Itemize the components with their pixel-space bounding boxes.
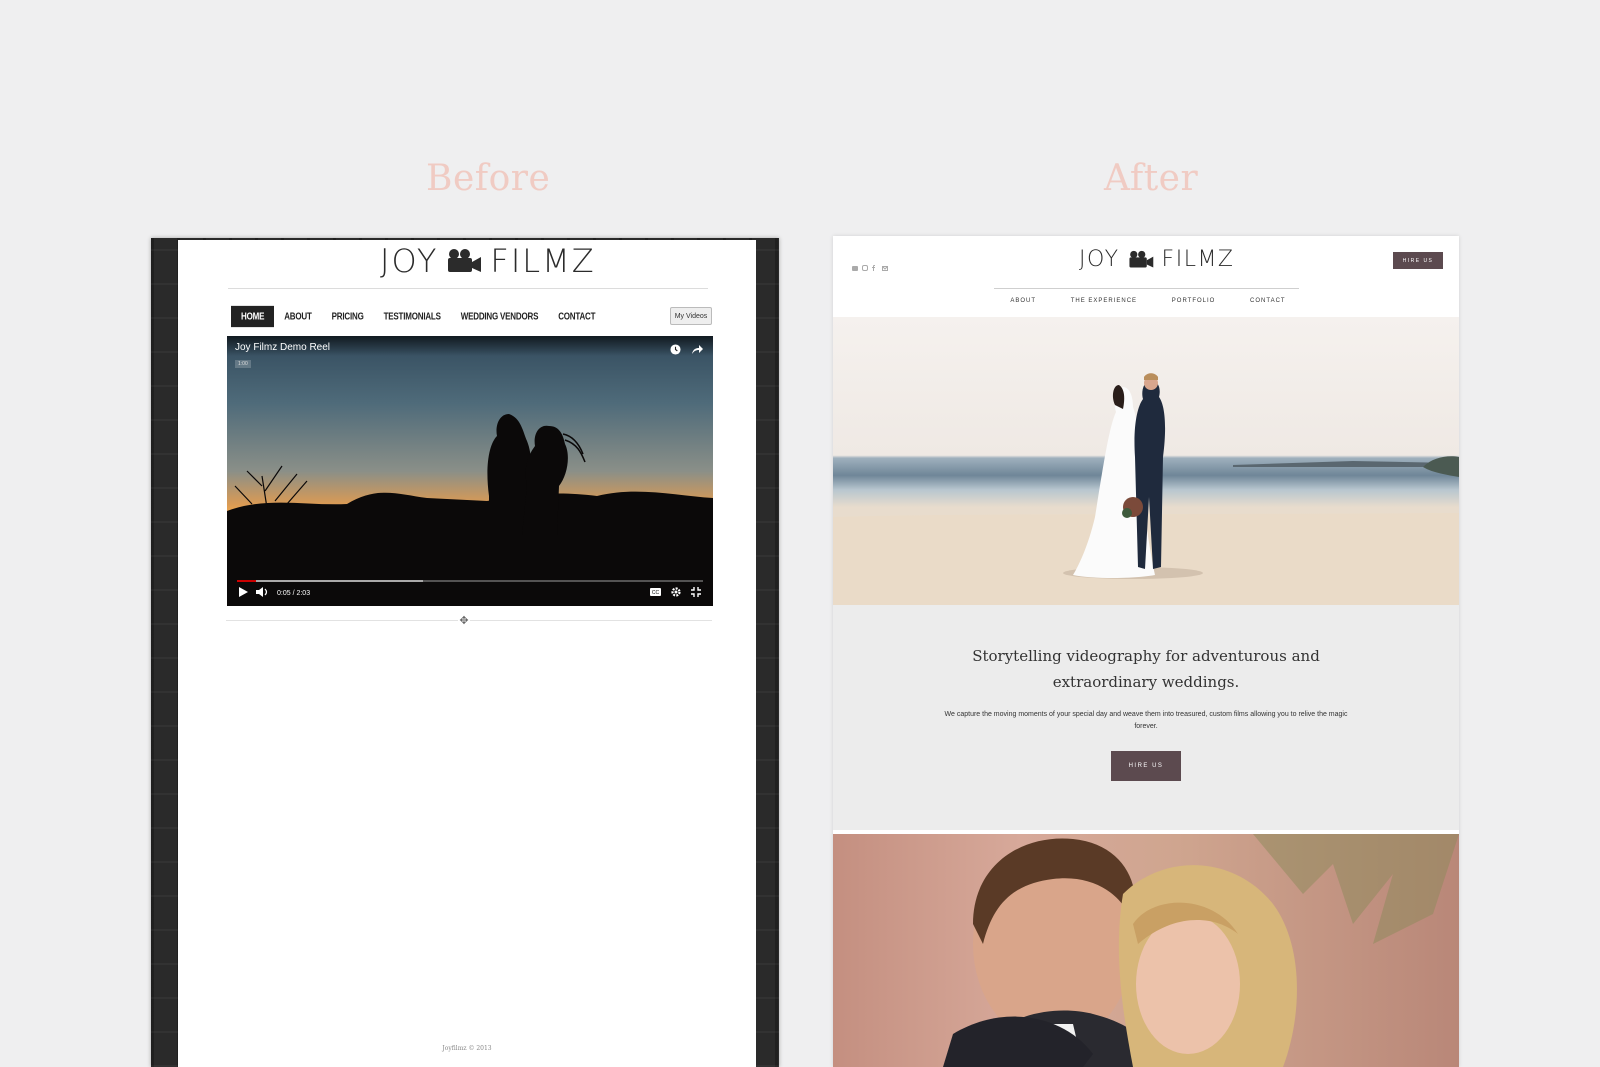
- intro-headline: Storytelling videography for adventurous…: [833, 643, 1459, 695]
- after-caption: After: [1104, 158, 1199, 199]
- sunset-silhouette-image: [227, 414, 713, 606]
- email-icon[interactable]: [882, 258, 888, 271]
- logo-text-right: FILMZ: [1161, 246, 1235, 272]
- beach-couple-hero-image: [833, 317, 1459, 605]
- nav-testimonials[interactable]: TESTIMONIALS: [374, 306, 451, 327]
- intro-headline-line2: extraordinary weddings.: [1052, 673, 1240, 691]
- intro-section: Storytelling videography for adventurous…: [833, 605, 1459, 830]
- captions-icon[interactable]: CC: [650, 588, 661, 598]
- watch-later-icon[interactable]: [670, 342, 681, 360]
- logo-text-left: JOY: [1079, 246, 1120, 272]
- before-page: JOY FILMZ HOME ABOUT PRICING TESTIMONIAL…: [178, 240, 756, 1067]
- svg-text:CC: CC: [652, 590, 660, 596]
- logo-text-left: JOY: [380, 242, 439, 280]
- video-player[interactable]: Joy Filmz Demo Reel 1:00 0:05 / 2:03 CC: [227, 336, 713, 606]
- nav-home[interactable]: HOME: [231, 305, 275, 328]
- volume-icon[interactable]: [256, 587, 269, 599]
- before-nav: HOME ABOUT PRICING TESTIMONIALS WEDDING …: [231, 305, 605, 328]
- nav-about[interactable]: ABOUT: [274, 306, 321, 327]
- video-duration-badge: 1:00: [235, 360, 251, 368]
- before-logo[interactable]: JOY FILMZ: [380, 240, 596, 282]
- nav-contact[interactable]: CONTACT: [548, 306, 605, 327]
- video-time: 0:05 / 2:03: [277, 589, 311, 597]
- hire-us-button[interactable]: HIRE US: [1111, 751, 1181, 781]
- play-icon[interactable]: [239, 587, 248, 599]
- logo-text-right: FILMZ: [490, 242, 596, 280]
- header-divider: [994, 288, 1299, 289]
- movie-camera-icon: [1128, 250, 1154, 269]
- after-nav: ABOUT THE EXPERIENCE PORTFOLIO CONTACT: [993, 298, 1303, 304]
- intro-headline-line1: Storytelling videography for adventurous…: [972, 647, 1320, 665]
- facebook-icon[interactable]: [872, 258, 877, 271]
- nav-the-experience[interactable]: THE EXPERIENCE: [1071, 298, 1137, 304]
- youtube-icon[interactable]: [852, 258, 858, 271]
- couple-closeup-image: [833, 834, 1459, 1067]
- social-icons: [852, 258, 888, 271]
- nav-pricing[interactable]: PRICING: [322, 306, 374, 327]
- nav-portfolio[interactable]: PORTFOLIO: [1172, 298, 1216, 304]
- hire-us-header-button[interactable]: HIRE US: [1393, 252, 1443, 269]
- header-divider: [228, 288, 708, 289]
- after-logo[interactable]: JOY FILMZ: [1079, 240, 1235, 278]
- share-icon[interactable]: [691, 342, 703, 360]
- fullscreen-exit-icon[interactable]: [691, 587, 701, 599]
- video-title[interactable]: Joy Filmz Demo Reel: [235, 342, 330, 353]
- settings-gear-icon[interactable]: [671, 587, 681, 599]
- nav-contact[interactable]: CONTACT: [1250, 298, 1286, 304]
- before-caption: Before: [426, 158, 551, 199]
- nav-wedding-vendors[interactable]: WEDDING VENDORS: [451, 306, 548, 327]
- movie-camera-icon: [446, 248, 482, 274]
- before-screenshot: JOY FILMZ HOME ABOUT PRICING TESTIMONIAL…: [151, 238, 779, 1067]
- my-videos-button[interactable]: My Videos: [670, 307, 712, 325]
- intro-body: We capture the moving moments of your sp…: [944, 711, 1348, 730]
- move-handle-icon[interactable]: ✥: [458, 614, 470, 627]
- instagram-icon[interactable]: [862, 258, 868, 271]
- before-footer: Joyfilmz © 2013: [442, 1045, 492, 1052]
- nav-about[interactable]: ABOUT: [1010, 298, 1036, 304]
- after-screenshot: JOY FILMZ HIRE US ABOUT THE EXPERIENCE P…: [833, 236, 1459, 1067]
- video-controls: 0:05 / 2:03 CC: [227, 580, 713, 606]
